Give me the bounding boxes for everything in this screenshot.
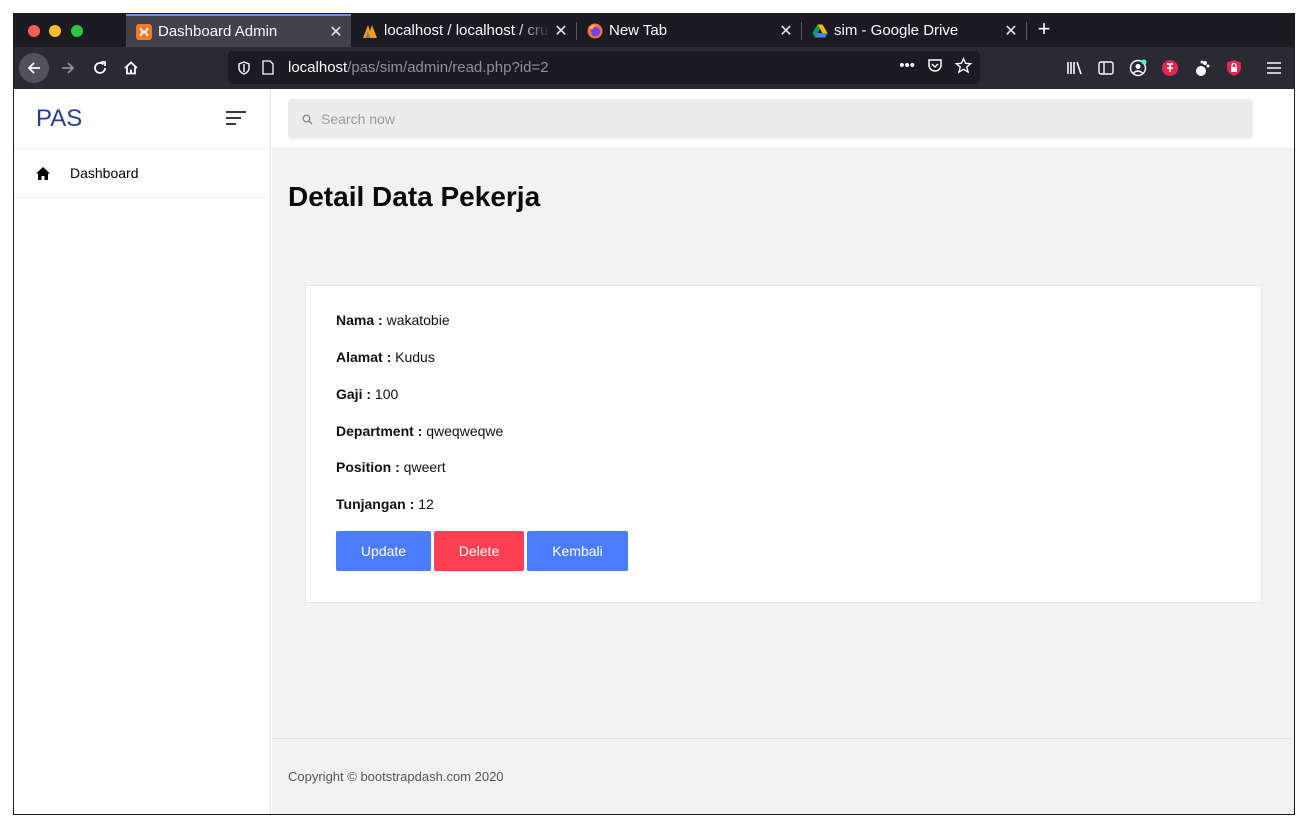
sidebar: PAS Dashboard xyxy=(14,89,271,814)
field-position: Position : qweert xyxy=(336,459,446,475)
tab-title: New Tab xyxy=(609,22,668,39)
field-tunjangan: Tunjangan : 12 xyxy=(336,496,434,512)
field-alamat: Alamat : Kudus xyxy=(336,349,435,365)
tab-separator xyxy=(1026,22,1027,40)
page-title: Detail Data Pekerja xyxy=(288,181,541,212)
url-text[interactable]: localhost/pas/sim/admin/read.php?id=2 xyxy=(288,59,549,76)
firefox-icon xyxy=(587,23,603,39)
field-value: wakatobie xyxy=(386,312,450,328)
reload-button[interactable] xyxy=(85,53,115,83)
tab-title: sim - Google Drive xyxy=(834,22,959,39)
field-value: 12 xyxy=(418,496,434,512)
field-label: Tunjangan : xyxy=(336,496,415,512)
shield-icon[interactable] xyxy=(238,60,252,76)
field-value: qweqweqwe xyxy=(426,423,504,439)
reload-icon xyxy=(94,61,106,74)
extension-gnome-icon[interactable] xyxy=(1192,58,1212,78)
extension-lock-icon[interactable] xyxy=(1224,58,1244,78)
update-button[interactable]: Update xyxy=(336,531,431,571)
page-actions-icon[interactable]: ••• xyxy=(899,57,915,78)
search-box[interactable] xyxy=(288,99,1253,139)
field-label: Department : xyxy=(336,423,423,439)
menu-icon[interactable] xyxy=(1264,58,1284,78)
tab-phpmyadmin[interactable]: localhost / localhost / crud ✕ xyxy=(352,14,576,47)
brand-logo[interactable]: PAS xyxy=(36,105,82,133)
kembali-button[interactable]: Kembali xyxy=(527,531,628,571)
arrow-right-icon xyxy=(62,62,75,74)
field-value: 100 xyxy=(374,386,399,402)
field-label: Alamat : xyxy=(336,349,392,365)
tab-new-tab[interactable]: New Tab ✕ xyxy=(577,14,801,47)
tab-google-drive[interactable]: sim - Google Drive ✕ xyxy=(802,14,1026,47)
sidebar-item-dashboard[interactable]: Dashboard xyxy=(14,149,271,198)
search-input[interactable] xyxy=(321,111,1221,127)
back-button[interactable] xyxy=(19,53,49,83)
new-tab-button[interactable]: + xyxy=(1032,18,1056,42)
page-icon[interactable] xyxy=(262,60,276,76)
field-label: Gaji : xyxy=(336,386,372,402)
home-button[interactable] xyxy=(116,53,146,83)
forward-button[interactable] xyxy=(53,53,83,83)
sidebar-toggle-button[interactable] xyxy=(226,111,246,127)
browser-window: Dashboard Admin ✕ localhost / localhost … xyxy=(13,13,1295,815)
tab-close-icon[interactable]: ✕ xyxy=(550,21,572,41)
pocket-icon[interactable] xyxy=(927,57,943,78)
arrow-left-icon xyxy=(27,62,40,74)
url-path: /pas/sim/admin/read.php?id=2 xyxy=(347,59,549,76)
window-maximize-button[interactable] xyxy=(71,25,83,37)
sidebar-item-label: Dashboard xyxy=(70,165,139,181)
library-icon[interactable] xyxy=(1065,58,1085,78)
field-department: Department : qweqweqwe xyxy=(336,423,503,439)
extension-red-icon[interactable] xyxy=(1160,58,1180,78)
search-icon xyxy=(301,113,313,125)
sidebar-toggle-icon[interactable] xyxy=(1096,58,1116,78)
home-icon xyxy=(34,164,52,182)
main-content: Detail Data Pekerja Nama : wakatobie Ala… xyxy=(272,89,1294,814)
top-navbar xyxy=(272,89,1294,149)
detail-card: Nama : wakatobie Alamat : Kudus Gaji : 1… xyxy=(305,285,1262,603)
home-icon xyxy=(124,61,138,75)
window-minimize-button[interactable] xyxy=(49,25,61,37)
footer-copyright: Copyright © bootstrapdash.com 2020 xyxy=(288,769,504,784)
field-value: Kudus xyxy=(395,349,435,365)
bookmark-star-icon[interactable] xyxy=(954,56,973,78)
navigation-toolbar: localhost/pas/sim/admin/read.php?id=2 ••… xyxy=(14,47,1294,89)
web-page: PAS Dashboard Det xyxy=(14,89,1294,814)
google-drive-icon xyxy=(812,23,828,39)
tab-close-icon[interactable]: ✕ xyxy=(1000,21,1022,41)
delete-button[interactable]: Delete xyxy=(434,531,524,571)
url-host: localhost xyxy=(288,59,348,76)
tab-close-icon[interactable]: ✕ xyxy=(325,22,347,42)
tab-dashboard-admin[interactable]: Dashboard Admin ✕ xyxy=(126,14,351,47)
field-value: qweert xyxy=(403,459,446,475)
field-label: Position : xyxy=(336,459,400,475)
tab-close-icon[interactable]: ✕ xyxy=(775,21,797,41)
sidebar-brand: PAS xyxy=(14,89,271,149)
account-icon[interactable] xyxy=(1128,58,1148,78)
tab-title: localhost / localhost / crud xyxy=(384,22,550,39)
footer: Copyright © bootstrapdash.com 2020 xyxy=(272,738,1294,814)
phpmyadmin-icon xyxy=(362,23,378,39)
tab-title: Dashboard Admin xyxy=(158,23,278,40)
window-close-button[interactable] xyxy=(28,25,40,37)
url-bar[interactable]: localhost/pas/sim/admin/read.php?id=2 ••… xyxy=(228,51,980,84)
tab-strip: Dashboard Admin ✕ localhost / localhost … xyxy=(14,14,1294,47)
field-nama: Nama : wakatobie xyxy=(336,312,450,328)
field-label: Nama : xyxy=(336,312,383,328)
xampp-icon xyxy=(136,23,152,40)
field-gaji: Gaji : 100 xyxy=(336,386,398,402)
